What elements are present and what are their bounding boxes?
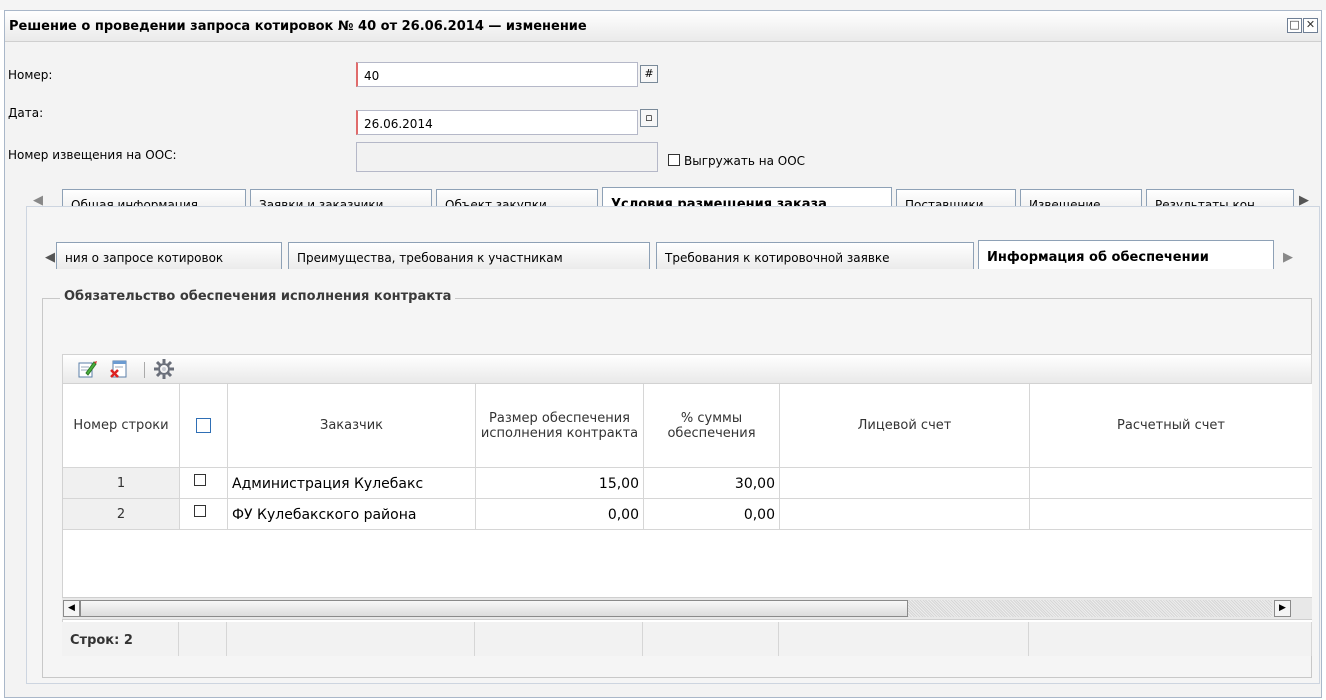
footer-cell	[1029, 622, 1312, 656]
table-row-1-checkbox[interactable]	[194, 474, 206, 486]
close-button[interactable]: ✕	[1303, 18, 1318, 33]
footer-cell	[643, 622, 779, 656]
table-row-1-settlement-account[interactable]	[1030, 468, 1312, 499]
table-row-2-checkbox[interactable]	[194, 505, 206, 517]
number-picker-icon[interactable]: #	[640, 65, 658, 83]
delete-icon[interactable]	[109, 359, 129, 379]
settings-icon[interactable]	[153, 358, 175, 380]
section-title: Обязательство обеспечения исполнения кон…	[60, 289, 456, 304]
subtab-quote-request-info[interactable]: ния о запросе котировок	[56, 242, 282, 269]
table-row-1-security-percent[interactable]: 30,00	[644, 468, 780, 499]
scroll-right-icon[interactable]: ▶	[1274, 600, 1291, 617]
table-row-2-security-percent[interactable]: 0,00	[644, 499, 780, 530]
toolbar-separator	[144, 362, 145, 378]
table-row-2-security-size[interactable]: 0,00	[476, 499, 644, 530]
subtab-participant-requirements[interactable]: Преимущества, требования к участникам	[288, 242, 650, 269]
table-row-2-settlement-account[interactable]	[1030, 499, 1312, 530]
grid-toolbar	[62, 354, 1312, 384]
export-checkbox[interactable]	[668, 154, 680, 166]
number-label: Номер:	[8, 68, 53, 82]
restore-button[interactable]: □	[1287, 18, 1302, 33]
col-header-personal-account[interactable]: Лицевой счет	[780, 384, 1030, 468]
background-strip	[0, 0, 1326, 10]
col-header-customer[interactable]: Заказчик	[228, 384, 476, 468]
table-row-1-checkbox-cell	[180, 468, 228, 499]
calendar-icon[interactable]: ▫	[640, 109, 658, 127]
table-row-2-number: 2	[63, 499, 180, 530]
table-row-2-customer[interactable]: ФУ Кулебакского района	[228, 499, 476, 530]
date-field[interactable]: 26.06.2014	[356, 110, 638, 135]
edit-icon[interactable]	[77, 359, 97, 379]
table-row-2-checkbox-cell	[180, 499, 228, 530]
col-header-settlement-account[interactable]: Расчетный счет	[1030, 384, 1312, 468]
subtabs-scroll-right-icon[interactable]: ▶	[1283, 250, 1293, 265]
date-label: Дата:	[8, 106, 44, 120]
table-row-1-number: 1	[63, 468, 180, 499]
col-header-security-percent[interactable]: % суммы обеспечения	[644, 384, 780, 468]
table-row-2-personal-account[interactable]	[780, 499, 1030, 530]
window-title: Решение о проведении запроса котировок №…	[9, 19, 587, 34]
row-count: Строк: 2	[62, 622, 179, 656]
col-header-select-all[interactable]	[180, 384, 228, 468]
footer-cell	[179, 622, 227, 656]
table-row-1-personal-account[interactable]	[780, 468, 1030, 499]
scrollbar-track[interactable]	[908, 600, 1272, 617]
footer-cell	[779, 622, 1029, 656]
select-all-checkbox[interactable]	[196, 418, 211, 433]
footer-cell	[475, 622, 643, 656]
subtab-security-info[interactable]: Информация об обеспечении	[978, 240, 1274, 269]
table-row-1-customer[interactable]: Администрация Кулебакс	[228, 468, 476, 499]
subtabs-scroll-left-icon[interactable]: ◀	[45, 250, 55, 265]
scroll-left-icon[interactable]: ◀	[63, 600, 80, 617]
scrollbar-thumb[interactable]	[80, 600, 908, 617]
subtab-quote-application-requirements[interactable]: Требования к котировочной заявке	[656, 242, 974, 269]
number-field[interactable]: 40	[356, 62, 638, 87]
notice-number-field[interactable]	[356, 142, 658, 172]
footer-cell	[227, 622, 475, 656]
title-bar: Решение о проведении запроса котировок №…	[5, 11, 1321, 42]
notice-label: Номер извещения на ООС:	[8, 148, 177, 162]
table-footer: Строк: 2	[62, 622, 1312, 656]
horizontal-scrollbar[interactable]: ◀ ▶	[62, 597, 1312, 620]
col-header-security-size[interactable]: Размер обеспечения исполнения контракта	[476, 384, 644, 468]
export-label: Выгружать на ООС	[684, 154, 806, 168]
col-header-row-number[interactable]: Номер строки	[63, 384, 180, 468]
table-row-1-security-size[interactable]: 15,00	[476, 468, 644, 499]
